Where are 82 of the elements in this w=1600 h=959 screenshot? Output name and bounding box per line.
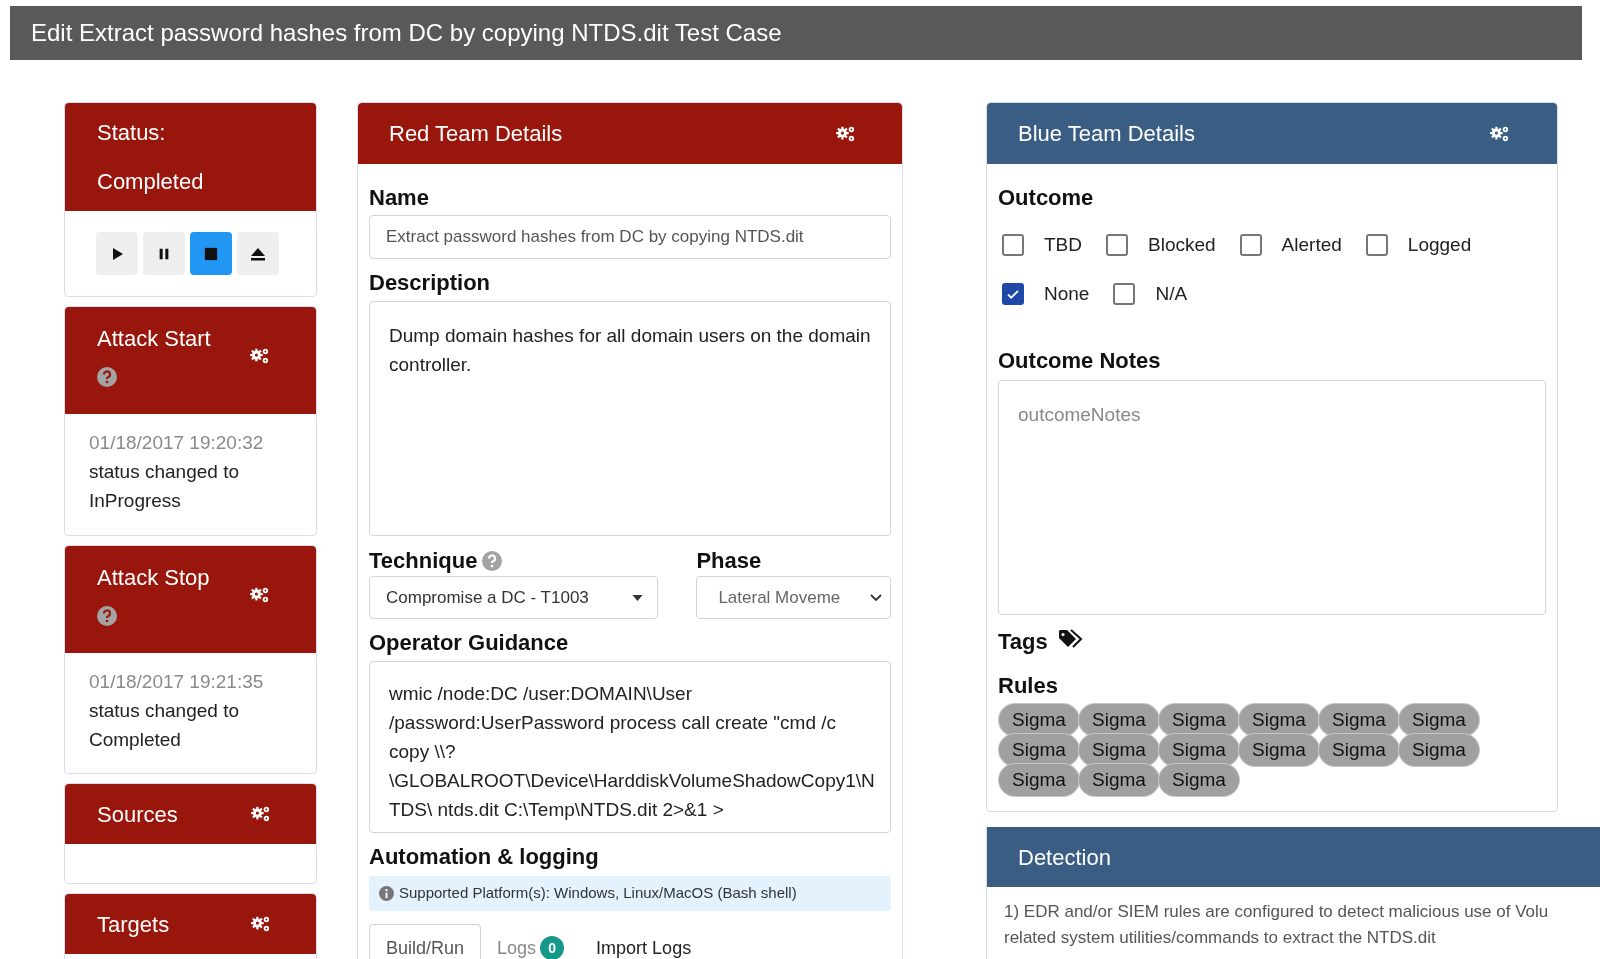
outcome-notes-field[interactable]: outcomeNotes: [998, 380, 1546, 615]
field-label: Description: [369, 270, 492, 296]
checkbox-label: Logged: [1407, 233, 1472, 257]
rule-tag: Sigma: [1238, 733, 1320, 767]
technique-dropdown[interactable]: Compromise a DC - T1003: [369, 576, 659, 619]
rule-tag: Sigma: [1158, 733, 1240, 767]
card-title: Red Team Details: [389, 120, 563, 148]
checkbox[interactable]: [1239, 234, 1262, 257]
checkbox[interactable]: [1365, 234, 1388, 257]
count-badge: 0: [540, 936, 565, 959]
caret-icon: [632, 594, 644, 601]
tab[interactable]: Import Logs: [580, 924, 708, 959]
rule-tag: Sigma: [1078, 763, 1160, 797]
detection-text: related system utilities/commands to extract the NTDS.dit: [1004, 927, 1437, 949]
field-label: Phase: [696, 548, 763, 574]
guidance-field[interactable]: wmic /node:DC /user:DOMAIN\User /password:UserPassword process call create "cmd /c copy \\?\GLOBALROOT\Device\HarddiskVolumeShadowCopy1\NTDS\ ntds.dit C:\Temp\NTDS.dit 2>&1 >: [369, 661, 891, 833]
gears-icon[interactable]: [1489, 124, 1511, 143]
help-icon[interactable]: [97, 367, 117, 387]
rule-tag: Sigma: [1078, 703, 1160, 737]
play-button[interactable]: [96, 232, 138, 275]
checkbox[interactable]: [1106, 234, 1128, 257]
status-value: Completed: [97, 168, 205, 196]
eject-button[interactable]: [237, 232, 279, 275]
rule-tag: Sigma: [998, 703, 1080, 737]
gears-icon[interactable]: [249, 347, 271, 365]
chevron-down-icon: [870, 593, 882, 602]
rule-tag: Sigma: [1158, 703, 1240, 737]
field-label: Tags: [998, 629, 1048, 655]
help-icon[interactable]: [97, 606, 117, 626]
rule-tag: Sigma: [1158, 763, 1240, 797]
checkbox[interactable]: [1002, 234, 1024, 257]
checkbox[interactable]: [1113, 282, 1136, 305]
platform-alert: Supported Platform(s): Windows, Linux/MacOS (Bash shell): [369, 876, 891, 911]
pause-icon: [157, 246, 171, 261]
phase-dropdown[interactable]: Lateral Moveme: [696, 576, 891, 619]
stop-icon: [204, 246, 218, 261]
gears-icon[interactable]: [835, 124, 857, 143]
status-message: status changed to Completed: [89, 699, 240, 752]
tags-icon: [1057, 629, 1084, 649]
stop-button[interactable]: [190, 232, 232, 275]
gears-icon[interactable]: [250, 805, 272, 823]
rule-tag: Sigma: [1398, 703, 1480, 737]
rule-tag: Sigma: [1398, 733, 1480, 767]
field-label: Outcome Notes: [998, 348, 1162, 374]
card-title: Attack Start: [97, 325, 211, 353]
description-field[interactable]: Dump domain hashes for all domain users on the domain controller.: [369, 301, 891, 536]
field-label: Outcome: [998, 185, 1095, 211]
card-title: Attack Stop: [97, 564, 210, 592]
tab[interactable]: Logs 0: [481, 924, 581, 959]
field-label: Operator Guidance: [369, 630, 570, 656]
checkbox-label: Alerted: [1281, 233, 1342, 257]
rule-tag: Sigma: [1318, 733, 1400, 767]
card-title: Blue Team Details: [1018, 120, 1195, 148]
checkbox-label: Blocked: [1148, 233, 1216, 257]
rule-tag: Sigma: [1238, 703, 1320, 737]
rule-tag: Sigma: [998, 763, 1080, 797]
detection-text: 1) EDR and/or SIEM rules are configured to detect malicious use of Volu: [1004, 901, 1550, 923]
pause-button[interactable]: [143, 232, 185, 275]
detection-header: Detection: [987, 827, 1600, 887]
field-label: Rules: [998, 673, 1059, 699]
gears-icon[interactable]: [249, 586, 271, 604]
card-title: Sources: [97, 800, 178, 829]
name-field[interactable]: Extract password hashes from DC by copying NTDS.dit: [369, 215, 891, 259]
timestamp: 01/18/2017 19:21:35: [89, 670, 265, 694]
rule-tag: Sigma: [1078, 733, 1160, 767]
card-title: Targets: [97, 910, 170, 939]
field-label: Automation & logging: [369, 844, 600, 870]
status-message: status changed to InProgress: [89, 460, 240, 513]
status-label: Status:: [97, 119, 167, 147]
checkbox-label: TBD: [1044, 233, 1082, 257]
page-title-bar: Edit Extract password hashes from DC by copying NTDS.dit Test Case: [10, 6, 1582, 60]
info-icon: [379, 886, 394, 901]
checkbox-label: N/A: [1155, 281, 1188, 306]
checkbox-label: None: [1044, 281, 1090, 306]
rule-tag: Sigma: [998, 733, 1080, 767]
rule-tag: Sigma: [1318, 703, 1400, 737]
field-label: Name: [369, 185, 430, 211]
gears-icon[interactable]: [250, 915, 272, 933]
tab[interactable]: Build/Run: [369, 924, 482, 959]
field-label: Technique: [369, 548, 478, 574]
timestamp: 01/18/2017 19:20:32: [89, 431, 265, 455]
checkbox[interactable]: [1002, 282, 1024, 305]
